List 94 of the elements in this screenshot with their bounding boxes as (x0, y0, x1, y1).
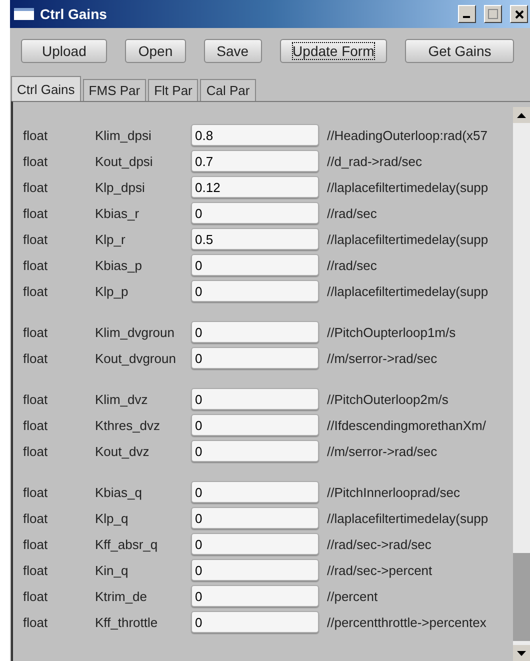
type-label: float (23, 484, 49, 500)
minimize-button[interactable] (458, 5, 476, 23)
value-field[interactable]: 0 (191, 388, 319, 410)
parameter-name: Kbias_r (95, 206, 140, 220)
parameter-name: Kthres_dvz (95, 418, 162, 432)
type-label: float (23, 154, 49, 168)
type-label: float (23, 614, 49, 630)
parameter-name: Kout_dpsi (95, 154, 154, 168)
toolbar-button[interactable]: Get Gains (405, 39, 514, 63)
scroll-thumb[interactable] (513, 553, 530, 641)
type-label: float (23, 350, 49, 366)
value-field[interactable]: 0 (191, 481, 319, 503)
type-label: float (23, 562, 49, 578)
parameter-name: Kff_throttle (95, 614, 159, 630)
comment-text: //laplacefiltertimedelay(supp (327, 284, 488, 298)
value-field[interactable]: 0.8 (191, 124, 319, 146)
type-label: float (23, 392, 49, 406)
down-arrow-icon (517, 650, 526, 656)
type-label: float (23, 324, 49, 340)
type-label: float (23, 536, 49, 552)
parameter-name: Kff_absr_q (95, 536, 159, 552)
type-label: float (23, 588, 49, 604)
type-label: float (23, 444, 49, 458)
value-field[interactable]: 0 (191, 440, 319, 462)
parameter-name: Klim_dvz (95, 392, 149, 406)
comment-text: //d_rad->rad/sec (327, 154, 422, 168)
window-icon (14, 8, 34, 20)
parameter-name: Kout_dvgroun (95, 350, 177, 366)
tab[interactable]: Cal Par (200, 79, 256, 101)
type-label: float (23, 510, 49, 526)
type-label: float (23, 232, 49, 246)
value-field[interactable]: 0 (191, 414, 319, 436)
type-label: float (23, 206, 49, 220)
parameter-name: Klp_r (95, 232, 126, 246)
comment-text: //laplacefiltertimedelay(supp (327, 510, 488, 526)
comment-text: //laplacefiltertimedelay(supp (327, 180, 488, 194)
parameter-name: Kout_dvz (95, 444, 150, 458)
scrollbar[interactable] (513, 107, 530, 661)
toolbar-button[interactable]: Upload (21, 39, 108, 63)
scroll-down-button[interactable] (513, 645, 530, 661)
value-field[interactable]: 0 (191, 280, 319, 302)
type-label: float (23, 258, 49, 272)
parameter-name: Klim_dpsi (95, 128, 152, 142)
type-label: float (23, 418, 49, 432)
parameter-name: Klim_dvgroun (95, 324, 176, 340)
value-field[interactable]: 0 (191, 585, 319, 607)
comment-text: //percent (327, 588, 378, 604)
window-title: Ctrl Gains (40, 6, 108, 22)
comment-text: //percentthrottle->percentex (327, 614, 486, 630)
close-icon (514, 10, 524, 18)
parameter-name: Klp_p (95, 284, 130, 298)
toolbar-button[interactable]: Update Form (280, 39, 388, 63)
comment-text: //IfdescendingmorethanXm/ (327, 418, 486, 432)
parameter-name: Klp_dpsi (95, 180, 146, 194)
comment-text: //PitchOuterloop2m/s (327, 392, 448, 406)
type-label: float (23, 128, 49, 142)
value-field[interactable]: 0 (191, 202, 319, 224)
maximize-icon (488, 9, 498, 19)
comment-text: //m/serror->rad/sec (327, 444, 438, 458)
scroll-up-button[interactable] (513, 107, 530, 123)
comment-text: //laplacefiltertimedelay(supp (327, 232, 488, 246)
parameter-name: Ktrim_de (95, 588, 148, 604)
parameter-name: Kbias_p (95, 258, 143, 272)
comment-text: //rad/sec (327, 206, 377, 220)
parameter-name: Kbias_q (95, 484, 143, 500)
parameter-name: Klp_q (95, 510, 130, 526)
comment-text: //m/serror->rad/sec (327, 350, 438, 366)
comment-text: //rad/sec->rad/sec (327, 536, 432, 552)
maximize-button[interactable] (484, 5, 502, 23)
comment-text: //PitchOupterloop1m/s (327, 324, 456, 340)
value-field[interactable]: 0 (191, 347, 319, 369)
type-label: float (23, 284, 49, 298)
up-arrow-icon (517, 112, 526, 118)
comment-text: //rad/sec->percent (327, 562, 432, 578)
value-field[interactable]: 0.12 (191, 176, 319, 198)
value-field[interactable]: 0.7 (191, 150, 319, 172)
value-field[interactable]: 0 (191, 254, 319, 276)
comment-text: //PitchInnerlooprad/sec (327, 484, 460, 500)
tab[interactable]: Flt Par (148, 79, 198, 101)
value-field[interactable]: 0 (191, 533, 319, 555)
tab[interactable]: Ctrl Gains (11, 76, 81, 101)
comment-text: //rad/sec (327, 258, 377, 272)
tab[interactable]: FMS Par (82, 79, 146, 101)
value-field[interactable]: 0 (191, 559, 319, 581)
toolbar-button[interactable]: Open (125, 39, 186, 63)
value-field[interactable]: 0 (191, 321, 319, 343)
value-field[interactable]: 0.5 (191, 228, 319, 250)
comment-text: //HeadingOuterloop:rad(x57 (327, 128, 488, 142)
toolbar-button[interactable]: Save (204, 39, 262, 63)
value-field[interactable]: 0 (191, 611, 319, 633)
type-label: float (23, 180, 49, 194)
close-button[interactable] (510, 5, 528, 23)
parameter-name: Kin_q (95, 562, 130, 578)
value-field[interactable]: 0 (191, 507, 319, 529)
